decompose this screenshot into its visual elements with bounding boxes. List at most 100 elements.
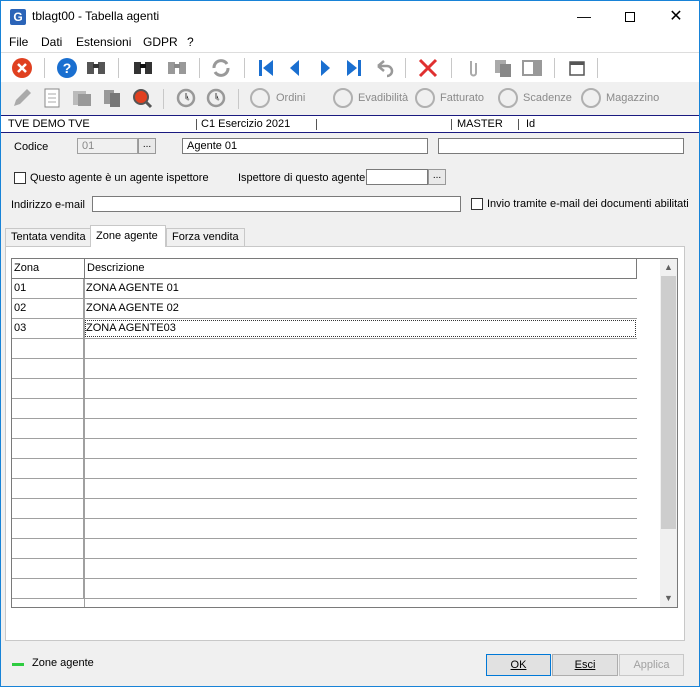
help-icon[interactable]: ? <box>55 56 79 80</box>
zona-cell[interactable] <box>12 479 84 498</box>
zona-cell[interactable] <box>12 419 84 438</box>
zona-cell[interactable] <box>12 579 84 598</box>
zona-cell[interactable]: 03 <box>12 319 84 338</box>
menu-estensioni[interactable]: Estensioni <box>76 35 131 49</box>
descrizione-cell[interactable] <box>84 439 637 458</box>
zona-cell[interactable]: 02 <box>12 299 84 318</box>
table-row[interactable] <box>12 439 637 459</box>
ispettore-checkbox[interactable] <box>14 172 26 184</box>
evadibility-button[interactable]: Evadibilità <box>358 92 408 104</box>
scroll-thumb[interactable] <box>661 276 676 529</box>
table-row[interactable] <box>12 359 637 379</box>
zona-cell[interactable] <box>12 519 84 538</box>
menu-help[interactable]: ? <box>187 35 194 49</box>
zona-cell[interactable] <box>12 539 84 558</box>
descrizione-cell[interactable] <box>84 579 637 598</box>
maximize-button[interactable] <box>607 1 653 32</box>
refresh-icon[interactable] <box>209 56 233 80</box>
documents-icon[interactable] <box>70 86 94 110</box>
history-user-icon[interactable] <box>204 86 228 110</box>
invio-email-checkbox[interactable] <box>471 198 483 210</box>
exit-icon[interactable] <box>10 56 34 80</box>
column-header-descrizione[interactable]: Descrizione <box>84 259 637 278</box>
applica-button[interactable]: Applica <box>619 654 684 676</box>
zona-cell[interactable] <box>12 499 84 518</box>
descrizione-cell[interactable] <box>84 519 637 538</box>
extra-field[interactable] <box>438 138 684 154</box>
email-field[interactable] <box>92 196 461 212</box>
descrizione-cell[interactable] <box>84 559 637 578</box>
descrizione-field[interactable]: Agente 01 <box>182 138 428 154</box>
table-row[interactable] <box>12 479 637 499</box>
vertical-scrollbar[interactable]: ▲ ▼ <box>660 259 677 607</box>
descrizione-cell[interactable] <box>84 359 637 378</box>
table-row[interactable] <box>12 499 637 519</box>
document-list-icon[interactable] <box>40 86 64 110</box>
zona-cell[interactable] <box>12 559 84 578</box>
zona-cell[interactable] <box>12 459 84 478</box>
esci-button[interactable]: Esci <box>552 654 618 676</box>
descrizione-cell[interactable] <box>84 539 637 558</box>
history-icon[interactable] <box>174 86 198 110</box>
column-header-zona[interactable]: Zona <box>12 259 84 278</box>
descrizione-cell[interactable] <box>84 459 637 478</box>
ok-button[interactable]: OK <box>486 654 551 676</box>
binoculars-icon[interactable] <box>84 56 108 80</box>
table-row[interactable]: 01 ZONA AGENTE 01 <box>12 279 637 299</box>
filter-binoculars-icon[interactable] <box>165 56 189 80</box>
menu-gdpr[interactable]: GDPR <box>143 35 178 49</box>
calendar-icon[interactable] <box>565 56 589 80</box>
zona-cell[interactable]: 01 <box>12 279 84 298</box>
tab-tentata-vendita[interactable]: Tentata vendita <box>5 228 92 246</box>
edit-pencil-icon[interactable] <box>10 86 34 110</box>
table-row[interactable] <box>12 559 637 579</box>
descrizione-cell[interactable] <box>84 379 637 398</box>
table-row[interactable] <box>12 379 637 399</box>
descrizione-cell[interactable] <box>84 419 637 438</box>
descrizione-cell[interactable]: ZONA AGENTE 02 <box>84 299 637 318</box>
table-row[interactable] <box>12 519 637 539</box>
descrizione-cell[interactable] <box>84 399 637 418</box>
table-row[interactable] <box>12 339 637 359</box>
scroll-down-icon[interactable]: ▼ <box>660 590 677 607</box>
attachment-icon[interactable] <box>461 56 485 80</box>
deadlines-button[interactable]: Scadenze <box>523 92 572 104</box>
zona-cell[interactable] <box>12 399 84 418</box>
minimize-button[interactable]: — <box>561 1 607 32</box>
inspector-magnifier-icon[interactable] <box>130 86 154 110</box>
tab-zone-agente[interactable]: Zone agente <box>90 225 166 247</box>
copy-icon[interactable] <box>491 56 515 80</box>
table-row[interactable] <box>12 539 637 559</box>
codice-field[interactable]: 01 <box>77 138 138 154</box>
descrizione-cell[interactable] <box>84 339 637 358</box>
delete-icon[interactable] <box>416 56 440 80</box>
table-row[interactable] <box>12 399 637 419</box>
undo-icon[interactable] <box>372 56 396 80</box>
next-record-icon[interactable] <box>313 56 337 80</box>
menu-dati[interactable]: Dati <box>41 35 62 49</box>
ispettore-lookup-button[interactable]: ... <box>428 169 446 185</box>
descrizione-cell[interactable]: ZONA AGENTE 01 <box>84 279 637 298</box>
warehouse-button[interactable]: Magazzino <box>606 92 659 104</box>
descrizione-cell[interactable] <box>84 499 637 518</box>
previous-record-icon[interactable] <box>283 56 307 80</box>
orders-button[interactable]: Ordini <box>276 92 305 104</box>
scroll-up-icon[interactable]: ▲ <box>660 259 677 276</box>
codice-lookup-button[interactable]: ... <box>138 138 156 154</box>
first-record-icon[interactable] <box>254 56 278 80</box>
zona-cell[interactable] <box>12 379 84 398</box>
descrizione-cell[interactable] <box>84 479 637 498</box>
zona-cell[interactable] <box>12 359 84 378</box>
table-row[interactable] <box>12 459 637 479</box>
search-binoculars-icon[interactable] <box>131 56 155 80</box>
invoiced-button[interactable]: Fatturato <box>440 92 484 104</box>
zona-cell[interactable] <box>12 339 84 358</box>
layout-icon[interactable] <box>520 56 544 80</box>
descrizione-cell[interactable]: ZONA AGENTE03 <box>84 319 637 338</box>
last-record-icon[interactable] <box>342 56 366 80</box>
table-row[interactable]: 03 ZONA AGENTE03 <box>12 319 637 339</box>
pages-icon[interactable] <box>100 86 124 110</box>
table-row[interactable] <box>12 419 637 439</box>
close-window-button[interactable]: ✕ <box>653 1 699 32</box>
ispettore-field[interactable] <box>366 169 428 185</box>
